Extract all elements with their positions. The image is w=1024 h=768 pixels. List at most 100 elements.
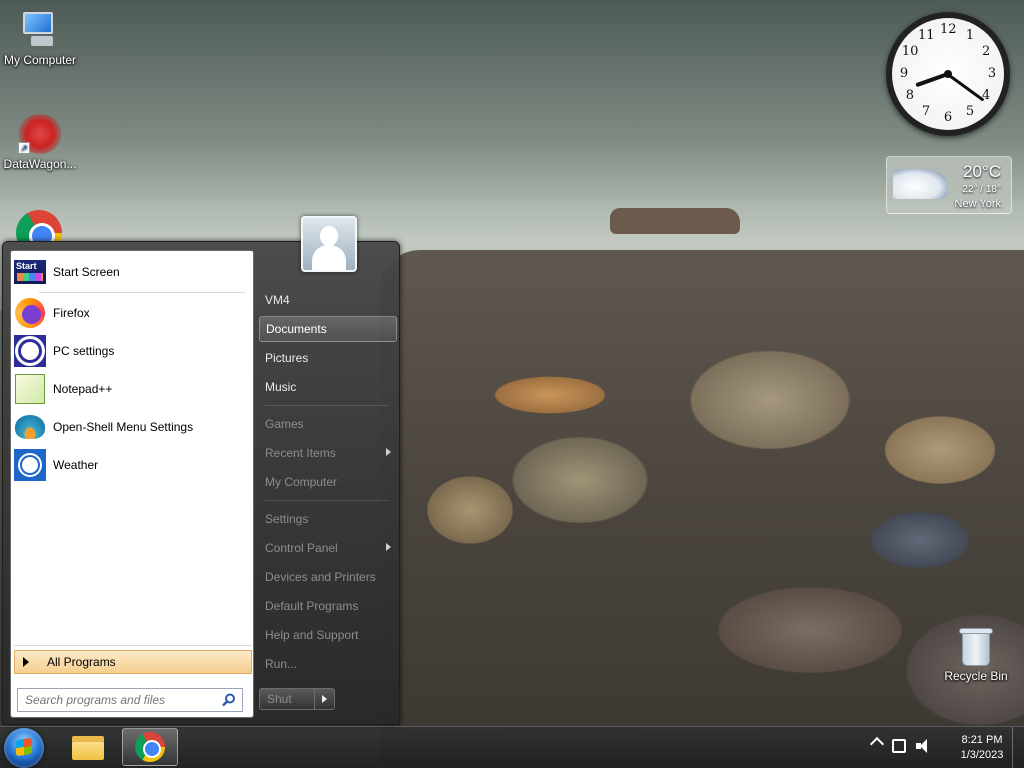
clock-number: 7 (921, 104, 931, 120)
start-menu-music[interactable]: Music (259, 374, 397, 400)
clock-number: 8 (905, 88, 915, 103)
item-label: Recent Items (265, 446, 336, 460)
clock-gadget[interactable]: 12 1 2 3 4 5 6 7 8 9 10 11 (886, 12, 1010, 136)
program-label: Notepad++ (53, 382, 113, 396)
program-notepad-plus-plus[interactable]: Notepad++ (14, 372, 252, 406)
start-menu-run[interactable]: Run... (259, 651, 397, 677)
all-programs-label: All Programs (47, 655, 116, 669)
start-menu-programs-pane: Start Start Screen Firefox PC settings N… (10, 250, 254, 718)
wallpaper-rock (610, 208, 740, 234)
program-pc-settings[interactable]: PC settings (14, 334, 252, 368)
separator (265, 405, 389, 406)
clock-center (944, 70, 952, 78)
shutdown-label: Shut (267, 692, 292, 706)
shutdown-control: Shut (259, 688, 337, 710)
item-label: Pictures (265, 351, 309, 365)
start-menu-settings[interactable]: Settings (259, 506, 397, 532)
shortcut-arrow-icon: ↗ (18, 142, 30, 154)
weather-temperature: 20°C (963, 162, 1001, 181)
item-label: Default Programs (265, 599, 359, 613)
user-silhouette-icon (320, 226, 338, 246)
start-menu-recent-items[interactable]: Recent Items (259, 440, 397, 466)
chrome-icon (135, 732, 165, 762)
desktop-icon-label: My Computer (3, 53, 77, 67)
desktop-icon-label: Recycle Bin (944, 669, 1008, 683)
program-label: Firefox (53, 306, 90, 320)
search-input[interactable] (25, 693, 215, 707)
separator (265, 500, 389, 501)
item-label: Control Panel (265, 541, 338, 555)
taskbar-file-explorer[interactable] (60, 728, 116, 766)
clock-number: 2 (981, 44, 991, 59)
shutdown-options-button[interactable] (315, 688, 335, 710)
weather-gadget[interactable]: 20°C 22° / 18° New York (886, 156, 1012, 214)
triangle-right-icon (23, 657, 29, 667)
system-tray: 8:21 PM 1/3/2023 (864, 727, 1024, 768)
start-menu-documents[interactable]: Documents (259, 316, 397, 342)
start-menu-pictures[interactable]: Pictures (259, 345, 397, 371)
start-menu-help-support[interactable]: Help and Support (259, 622, 397, 648)
network-icon[interactable] (892, 739, 906, 753)
clock-number: 11 (918, 27, 935, 43)
start-menu-devices-printers[interactable]: Devices and Printers (259, 564, 397, 590)
wallpaper-shore-rocks (380, 250, 1024, 768)
start-menu-user-folder[interactable]: VM4 (259, 287, 397, 313)
separator (14, 645, 252, 646)
start-screen-icon: Start (14, 260, 46, 284)
program-label: Start Screen (53, 265, 120, 279)
program-weather[interactable]: Weather (14, 448, 252, 482)
separator (39, 292, 245, 293)
shutdown-button[interactable]: Shut (259, 688, 315, 710)
search-box[interactable] (17, 688, 243, 712)
start-menu-my-computer[interactable]: My Computer (259, 469, 397, 495)
clock-number: 3 (987, 66, 997, 81)
chevron-right-icon (386, 543, 391, 551)
start-menu: Start Start Screen Firefox PC settings N… (2, 216, 400, 725)
chevron-right-icon (386, 448, 391, 456)
clock-number: 9 (899, 66, 909, 81)
item-label: Devices and Printers (265, 570, 376, 584)
start-button[interactable] (4, 728, 44, 768)
recycle-bin-icon (959, 626, 993, 666)
firefox-icon (15, 298, 45, 328)
datawagon-icon: ↗ (18, 114, 62, 154)
show-desktop-button[interactable] (1012, 727, 1024, 768)
weather-city: New York (954, 198, 1001, 210)
program-firefox[interactable]: Firefox (14, 296, 252, 330)
desktop-icon-label: DataWagon... (3, 157, 77, 171)
notepad-plus-plus-icon (15, 374, 45, 404)
item-label: VM4 (265, 293, 290, 307)
item-label: Settings (265, 512, 309, 526)
item-label: Games (265, 417, 304, 431)
user-avatar[interactable] (301, 216, 357, 272)
program-label: Weather (53, 458, 99, 472)
cloud-icon (893, 169, 947, 199)
program-label: Open-Shell Menu Settings (53, 420, 194, 434)
start-menu-default-programs[interactable]: Default Programs (259, 593, 397, 619)
folder-icon (72, 734, 104, 760)
item-label: Music (265, 380, 297, 394)
clock-number: 4 (981, 88, 991, 103)
desktop-icon-datawagon[interactable]: ↗ DataWagon... (0, 114, 80, 171)
start-menu-control-panel[interactable]: Control Panel (259, 535, 397, 561)
show-hidden-icons-icon[interactable] (869, 736, 885, 752)
clock-number: 6 (943, 110, 953, 125)
weather-range: 22° / 18° (962, 184, 1001, 195)
start-menu-games[interactable]: Games (259, 411, 397, 437)
clock-face: 12 1 2 3 4 5 6 7 8 9 10 11 (892, 18, 1004, 130)
program-start-screen[interactable]: Start Start Screen (14, 255, 252, 289)
desktop-icon-my-computer[interactable]: My Computer (0, 10, 80, 67)
desktop-icon-recycle-bin[interactable]: Recycle Bin (936, 626, 1016, 683)
taskbar-chrome[interactable] (122, 728, 178, 766)
chrome-icon (16, 210, 62, 242)
desktop-icon-chrome[interactable] (16, 210, 64, 242)
program-open-shell-settings[interactable]: Open-Shell Menu Settings (14, 410, 252, 444)
tray-date: 1/3/2023 (960, 749, 1004, 761)
clock-number: 5 (965, 104, 975, 120)
item-label: Documents (266, 322, 327, 336)
search-icon[interactable] (222, 693, 236, 707)
all-programs-button[interactable]: All Programs (14, 650, 252, 674)
volume-icon[interactable] (916, 739, 932, 753)
tray-clock[interactable]: 8:21 PM 1/3/2023 (952, 733, 1012, 763)
clock-number: 12 (940, 22, 957, 37)
